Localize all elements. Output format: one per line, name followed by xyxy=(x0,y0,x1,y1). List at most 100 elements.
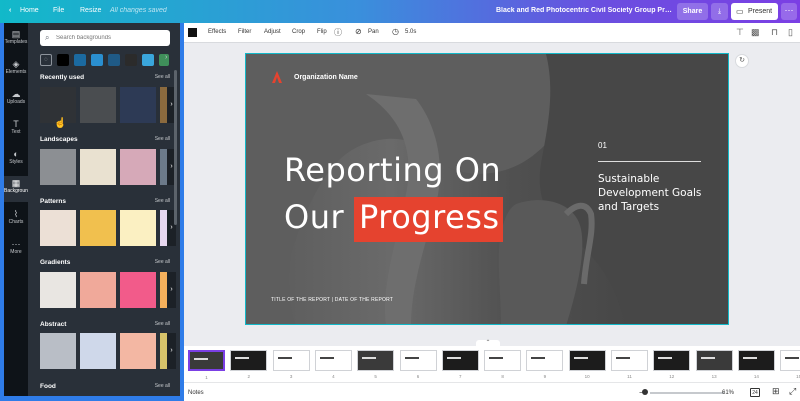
title-highlight-box[interactable]: Progress xyxy=(354,197,503,242)
download-icon[interactable]: ⤓ xyxy=(711,3,728,20)
resize-menu[interactable]: Resize xyxy=(80,7,101,14)
filter-button[interactable]: Filter xyxy=(238,29,251,35)
see-all-link[interactable]: See all xyxy=(155,74,170,80)
page-thumbnail[interactable]: 5 xyxy=(357,350,395,379)
more-options-icon[interactable]: ⋯ xyxy=(781,3,797,20)
pan-button[interactable]: Pan xyxy=(368,29,379,35)
chevron-right-icon[interactable]: › xyxy=(167,272,176,308)
see-all-link[interactable]: See all xyxy=(155,136,170,142)
trash-icon[interactable]: ▯ xyxy=(788,27,793,38)
background-thumbnail[interactable] xyxy=(80,87,116,123)
background-thumbnail[interactable] xyxy=(120,210,156,246)
effects-button[interactable]: Effects xyxy=(208,29,226,35)
search-box[interactable]: ⌕ xyxy=(40,30,170,46)
page-thumbnail[interactable]: 14 xyxy=(737,350,775,379)
rail-text[interactable]: T Text xyxy=(4,119,28,141)
share-button[interactable]: Share xyxy=(677,3,708,20)
background-thumbnail[interactable] xyxy=(160,210,167,246)
page-thumbnail[interactable]: 6 xyxy=(399,350,437,379)
swatch[interactable] xyxy=(159,54,169,66)
page-thumbnail[interactable]: 10 xyxy=(568,350,606,379)
search-input[interactable] xyxy=(56,30,166,46)
present-button[interactable]: ▭ Present xyxy=(731,3,778,20)
see-all-link[interactable]: See all xyxy=(155,259,170,265)
color-picker-icon[interactable]: ◌ xyxy=(40,54,52,66)
background-thumbnail[interactable] xyxy=(120,87,156,123)
swatch[interactable] xyxy=(91,54,103,66)
slide-title-line2[interactable]: Our xyxy=(284,198,344,236)
rail-charts[interactable]: ⌇ Charts xyxy=(4,209,28,231)
page-count[interactable]: 24 xyxy=(750,388,760,397)
see-all-link[interactable]: See all xyxy=(155,321,170,327)
rail-more[interactable]: ⋯ More xyxy=(4,239,28,261)
slide-canvas[interactable]: Organization Name Reporting On Our Progr… xyxy=(245,53,729,325)
page-thumbnail[interactable]: 8 xyxy=(484,350,522,379)
background-thumbnail[interactable] xyxy=(120,149,156,185)
duration-button[interactable]: 5.0s xyxy=(405,29,416,35)
see-all-link[interactable]: See all xyxy=(155,383,170,389)
swatch[interactable] xyxy=(125,54,137,66)
page-thumbnail[interactable]: 11 xyxy=(611,350,648,379)
info-icon[interactable]: ⓘ xyxy=(334,27,342,38)
section-number[interactable]: 01 xyxy=(598,141,607,150)
swatch[interactable] xyxy=(57,54,69,66)
background-thumbnail[interactable] xyxy=(160,87,167,123)
zoom-slider-track[interactable] xyxy=(650,392,724,394)
background-thumbnail[interactable] xyxy=(80,333,116,369)
refresh-icon[interactable]: ↻ xyxy=(735,54,749,68)
zoom-slider-handle[interactable] xyxy=(642,389,648,395)
adjust-button[interactable]: Adjust xyxy=(264,29,281,35)
grid-view-icon[interactable]: ⊞ xyxy=(772,386,780,397)
lock-icon[interactable]: ⊓ xyxy=(771,27,778,38)
background-thumbnail[interactable] xyxy=(80,210,116,246)
back-chevron-icon[interactable]: ‹ xyxy=(9,7,11,14)
page-thumbnail[interactable]: 12 xyxy=(653,350,691,379)
slide-title-line1[interactable]: Reporting On xyxy=(284,151,501,189)
background-thumbnail[interactable] xyxy=(80,149,116,185)
document-title[interactable]: Black and Red Photocentric Civil Society… xyxy=(496,7,672,14)
background-thumbnail[interactable] xyxy=(160,272,167,308)
see-all-link[interactable]: See all xyxy=(155,198,170,204)
panel-scrollbar[interactable] xyxy=(174,70,177,225)
rail-templates[interactable]: ▤ Templates xyxy=(4,29,28,51)
background-thumbnail[interactable] xyxy=(80,272,116,308)
background-thumbnail[interactable] xyxy=(120,333,156,369)
swatch[interactable] xyxy=(142,54,154,66)
page-thumbnail[interactable]: 4 xyxy=(314,350,352,379)
background-thumbnail[interactable] xyxy=(40,210,76,246)
page-thumbnail[interactable]: 7 xyxy=(441,350,479,379)
transparency-icon[interactable]: ▩ xyxy=(751,27,760,38)
rail-uploads[interactable]: ☁ Uploads xyxy=(4,89,28,111)
background-thumbnail[interactable] xyxy=(40,333,76,369)
zoom-level[interactable]: 61% xyxy=(722,390,734,396)
swatch[interactable] xyxy=(74,54,86,66)
side-text[interactable]: Sustainable Development Goals and Target… xyxy=(598,172,718,214)
notes-button[interactable]: Notes xyxy=(188,390,204,396)
home-button[interactable]: Home xyxy=(20,7,39,14)
paint-roller-icon[interactable]: ⊤ xyxy=(736,27,744,38)
rail-background[interactable]: ▦ Background xyxy=(4,176,31,202)
page-thumbnail[interactable]: 13 xyxy=(695,350,733,379)
flip-button[interactable]: Flip xyxy=(317,29,327,35)
background-thumbnail[interactable] xyxy=(120,272,156,308)
organization-name[interactable]: Organization Name xyxy=(294,74,358,81)
rail-elements[interactable]: ◈ Elements xyxy=(4,59,28,81)
file-menu[interactable]: File xyxy=(53,7,64,14)
background-thumbnail[interactable] xyxy=(160,333,167,369)
swatch[interactable] xyxy=(108,54,120,66)
background-thumbnail[interactable] xyxy=(40,149,76,185)
page-thumbnail[interactable]: 3 xyxy=(272,350,310,379)
crop-button[interactable]: Crop xyxy=(292,29,305,35)
rail-styles[interactable]: ◐ Styles xyxy=(4,149,28,171)
color-picker-button[interactable] xyxy=(188,28,197,37)
fullscreen-icon[interactable]: ⤢ xyxy=(789,386,796,397)
page-thumbnail[interactable]: 15 xyxy=(780,350,800,379)
background-thumbnail[interactable] xyxy=(40,272,76,308)
background-thumbnail[interactable] xyxy=(160,149,167,185)
chevron-right-icon[interactable]: › xyxy=(165,54,167,61)
slide-footer-text[interactable]: TITLE OF THE REPORT | DATE OF THE REPORT xyxy=(271,297,393,303)
page-thumbnail[interactable]: 9 xyxy=(526,350,564,379)
page-thumbnail[interactable]: 2 xyxy=(230,350,268,379)
page-thumbnail[interactable]: 1 xyxy=(188,350,225,380)
chevron-right-icon[interactable]: › xyxy=(167,333,176,369)
